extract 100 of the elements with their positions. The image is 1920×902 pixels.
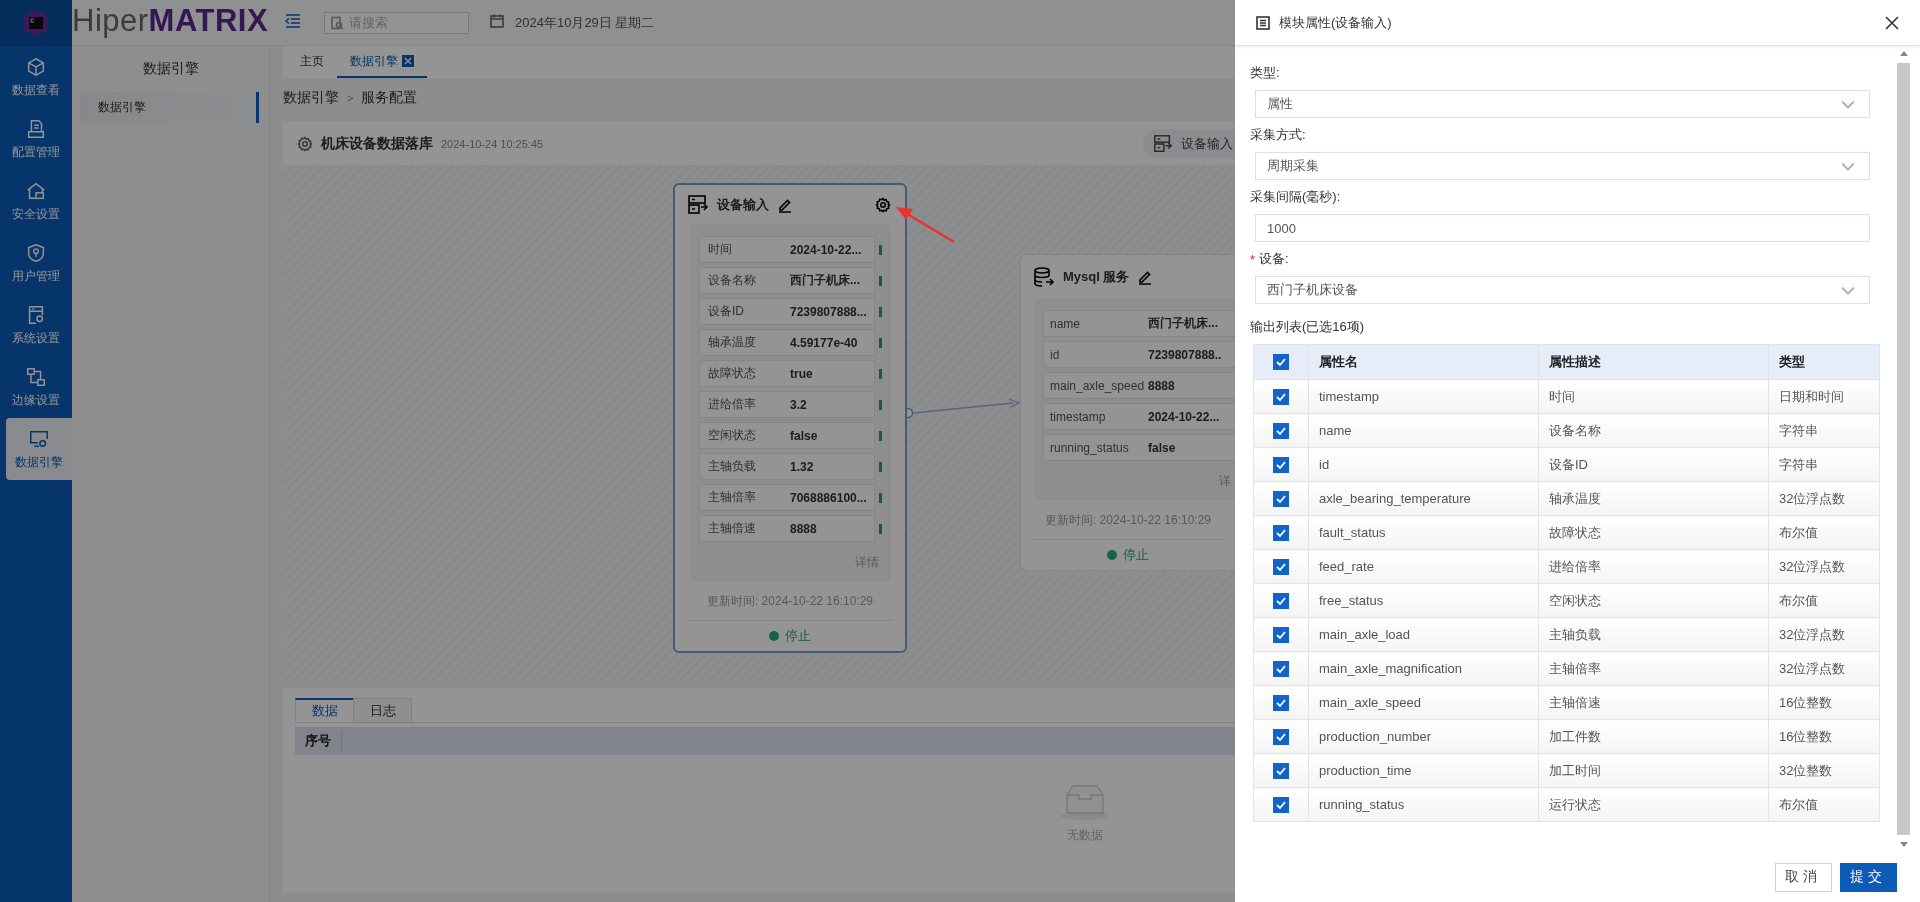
settings-icon[interactable]: [875, 197, 891, 213]
menu-icon[interactable]: [284, 11, 302, 30]
status-text: 停止: [785, 627, 811, 645]
table-cell: 32位浮点数: [1768, 549, 1880, 584]
table-cell: 32位浮点数: [1768, 651, 1880, 686]
table-cell: 16位整数: [1768, 685, 1880, 720]
checkbox[interactable]: [1273, 524, 1289, 541]
field-value: 7239807888..: [1148, 347, 1222, 362]
connection-handle[interactable]: [879, 244, 882, 255]
sidebar-title: 数据引擎: [141, 59, 200, 78]
table-cell: feed_rate: [1308, 549, 1539, 584]
connection-handle[interactable]: [879, 523, 882, 534]
table-cell: 主轴负载: [1538, 617, 1769, 652]
connection-handle[interactable]: [879, 368, 882, 379]
checkbox[interactable]: [1273, 558, 1289, 575]
checkbox[interactable]: [1273, 354, 1289, 371]
database-icon: [1033, 266, 1055, 288]
pencil-icon[interactable]: [1137, 269, 1154, 285]
breadcrumb-item[interactable]: 服务配置: [361, 89, 418, 107]
nav-item[interactable]: 数据引擎: [6, 418, 72, 480]
checkbox[interactable]: [1273, 762, 1289, 779]
cube-icon: [25, 55, 47, 78]
checkbox[interactable]: [1273, 728, 1289, 745]
breadcrumb-item[interactable]: 数据引擎: [283, 89, 339, 107]
field-label: 故障状态: [707, 365, 757, 382]
table-cell: main_axle_magnification: [1308, 651, 1539, 686]
field-label: 空闲状态: [707, 427, 757, 444]
table-cell: 轴承温度: [1538, 481, 1769, 516]
checkbox[interactable]: [1273, 796, 1289, 813]
connection-handle[interactable]: [879, 492, 882, 503]
tab[interactable]: 数据引擎: [337, 46, 427, 78]
field-label: 设备名称: [707, 272, 757, 289]
field-label: 设备:: [1259, 250, 1289, 268]
table-cell: 日期和时间: [1768, 379, 1880, 414]
table-cell: 32位整数: [1768, 753, 1880, 788]
logo-icon: [23, 9, 49, 37]
field-value: 2024-10-22...: [1148, 409, 1220, 424]
table-cell: 布尔值: [1768, 787, 1880, 822]
toolbar-button[interactable]: 设备输入: [1143, 128, 1235, 159]
field-label: 轴承温度: [707, 334, 757, 351]
pencil-icon[interactable]: [777, 197, 793, 213]
server-icon: [1153, 133, 1173, 154]
connection-handle[interactable]: [879, 461, 882, 472]
dropdown[interactable]: 周期采集: [1255, 152, 1870, 180]
server-icon: [687, 194, 709, 216]
field-label: name: [1049, 316, 1082, 331]
sidebar-item[interactable]: 数据引擎: [80, 92, 259, 123]
table-cell: 32位浮点数: [1768, 481, 1880, 516]
field-value: 7068886100...: [790, 490, 867, 505]
checkbox[interactable]: [1273, 388, 1289, 405]
nav-item[interactable]: 配置管理: [0, 108, 72, 170]
checkbox[interactable]: [1273, 694, 1289, 711]
field-value: false: [790, 428, 818, 443]
breadcrumb-separator: >: [347, 92, 354, 104]
connection-handle[interactable]: [879, 430, 882, 441]
list-title: 输出列表(已选16项): [1250, 318, 1366, 336]
checkbox[interactable]: [1273, 456, 1289, 473]
checkbox[interactable]: [1273, 626, 1289, 643]
cancel-button[interactable]: 取消: [1775, 862, 1832, 892]
checkbox[interactable]: [1273, 660, 1289, 677]
connection-handle[interactable]: [879, 337, 882, 348]
input-field[interactable]: 1000: [1255, 214, 1870, 242]
table-cell: 布尔值: [1768, 583, 1880, 618]
field-label: running_status: [1049, 440, 1130, 455]
checkbox[interactable]: [1273, 592, 1289, 609]
tab[interactable]: 数据: [295, 698, 354, 722]
nav-item[interactable]: 用户管理: [0, 232, 72, 294]
field-label: timestamp: [1049, 409, 1107, 424]
table-cell: name: [1308, 413, 1539, 448]
field-value: 西门子机床...: [1148, 315, 1218, 332]
checkbox[interactable]: [1273, 422, 1289, 439]
dropdown[interactable]: 属性: [1255, 90, 1870, 118]
field-label: main_axle_speed: [1049, 378, 1146, 393]
tab[interactable]: 主页: [287, 46, 337, 78]
nav-item[interactable]: 安全设置: [0, 170, 72, 232]
annotation-arrow: [896, 207, 955, 244]
table-cell: 空闲状态: [1538, 583, 1769, 618]
connection-handle[interactable]: [879, 399, 882, 410]
table-cell: id: [1308, 447, 1539, 482]
field-value: 8888: [1148, 378, 1175, 393]
close-icon[interactable]: [1884, 14, 1900, 31]
dropdown[interactable]: 西门子机床设备: [1255, 276, 1870, 304]
field-label: 主轴负载: [707, 458, 757, 475]
status-dot: [1107, 550, 1117, 560]
checkbox[interactable]: [1273, 490, 1289, 507]
nav-item[interactable]: 系统设置: [0, 294, 72, 356]
submit-button[interactable]: 提交: [1840, 862, 1897, 892]
table-cell: 进给倍率: [1538, 549, 1769, 584]
field-value: 1.32: [790, 459, 814, 474]
connection-handle[interactable]: [879, 306, 882, 317]
nav-item[interactable]: 数据查看: [0, 46, 72, 108]
field-label: 设备ID: [707, 303, 745, 320]
column-header: 类型: [1768, 344, 1880, 380]
nav-item[interactable]: 边缘设置: [0, 356, 72, 418]
field-label: 采集方式:: [1250, 126, 1306, 144]
logo-text: Hiper: [72, 2, 149, 39]
tab[interactable]: 日志: [353, 698, 412, 722]
table-cell: 字符串: [1768, 413, 1880, 448]
connection-handle[interactable]: [879, 275, 882, 286]
field-value: 7239807888...: [790, 304, 867, 319]
